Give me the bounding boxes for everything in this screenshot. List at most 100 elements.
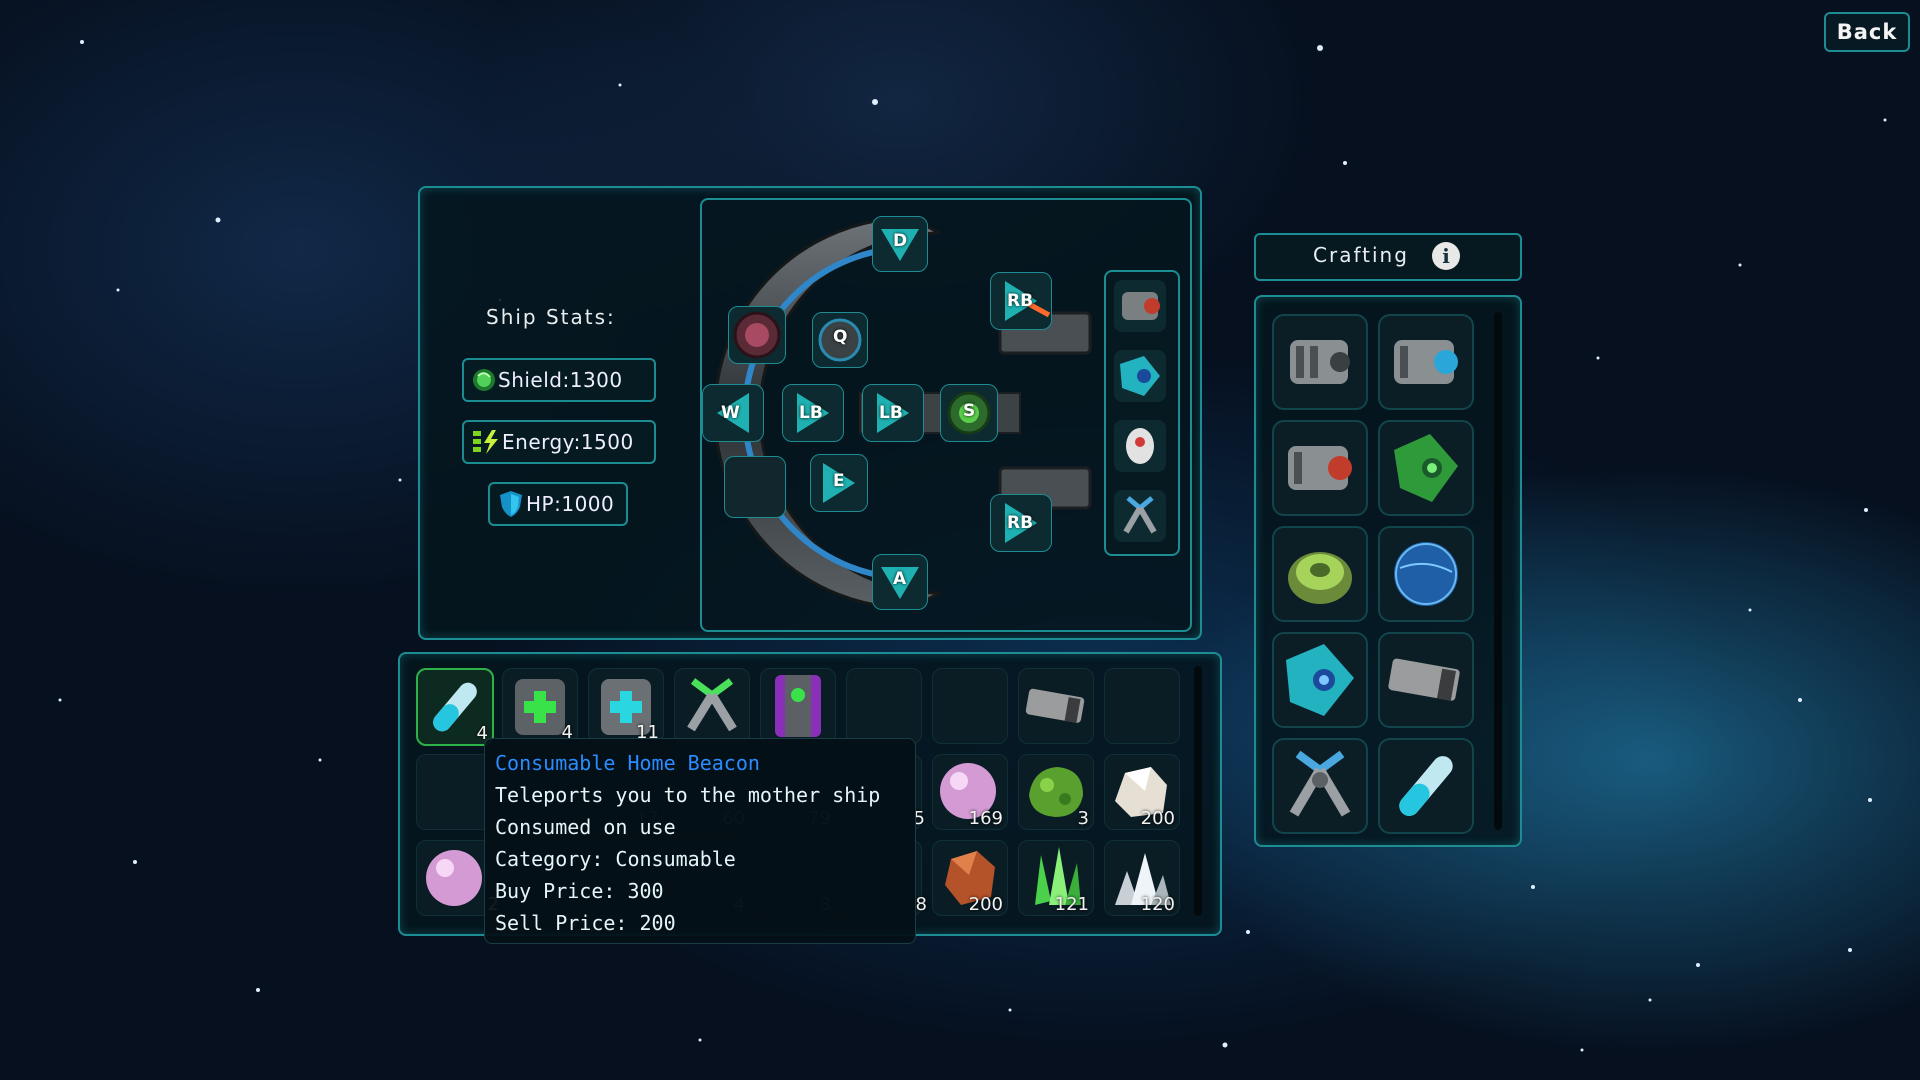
cyan-wing-icon (1286, 644, 1354, 716)
item-quantity: 121 (1054, 894, 1089, 915)
ship-slot-q[interactable]: Q (812, 312, 868, 368)
ship-slot-lb-2-label: LB (879, 403, 903, 423)
craft-slot-3[interactable] (1272, 420, 1368, 516)
module-slot-1[interactable] (1114, 280, 1166, 332)
engine-gray-icon (1290, 340, 1350, 384)
inventory-slot-r2-8[interactable]: 3 (1018, 754, 1094, 830)
purple-canister-icon (775, 675, 821, 737)
ship-slot-e-label: E (833, 471, 845, 491)
cyan-wing-icon (1120, 356, 1160, 396)
inventory-slot-r1-5[interactable] (760, 668, 836, 744)
hp-stat: HP:1000 (488, 482, 628, 526)
inventory-slot-r3-9[interactable]: 120 (1104, 840, 1180, 916)
green-wing-icon (1394, 434, 1458, 502)
crafting-scrollbar[interactable] (1494, 312, 1502, 830)
module-slot-3[interactable] (1114, 420, 1166, 472)
energy-value: Energy:1500 (502, 430, 634, 454)
ship-stats-title: Ship Stats: (486, 305, 616, 329)
inventory-slot-r1-4[interactable] (674, 668, 750, 744)
ship-slot-rb-bottom[interactable]: RB (990, 494, 1052, 552)
beacon-vial-icon (1399, 756, 1453, 816)
craft-slot-2[interactable] (1378, 314, 1474, 410)
energy-battery-icon (473, 430, 498, 454)
inventory-scrollbar[interactable] (1194, 666, 1202, 916)
engine-gray-red-icon (1122, 292, 1160, 320)
tooltip-consumed: Consumed on use (495, 815, 676, 839)
inventory-slot-r3-1[interactable]: 2 (416, 840, 499, 916)
tooltip-description: Teleports you to the mother ship (495, 783, 881, 807)
ship-slot-rb-top-label: RB (1007, 291, 1034, 311)
ship-slot-d[interactable]: D (872, 216, 928, 272)
crafting-title: Crafting (1313, 243, 1409, 267)
inventory-slot-r1-8[interactable] (1018, 668, 1094, 744)
ship-slot-d-label: D (893, 231, 908, 251)
craft-slot-10[interactable] (1378, 738, 1474, 834)
ship-slot-s-label: S (963, 401, 976, 421)
craft-slot-1[interactable] (1272, 314, 1368, 410)
inventory-slot-r1-7[interactable] (932, 668, 1008, 744)
craft-slot-9[interactable] (1272, 738, 1368, 834)
mech-legs-icon (1123, 496, 1157, 534)
craft-slot-8[interactable] (1378, 632, 1474, 728)
inventory-slot-r2-1[interactable] (416, 754, 492, 830)
tooltip-sell-price: Sell Price: 200 (495, 911, 676, 935)
item-quantity: 3 (1077, 808, 1089, 829)
ship-slot-engine-red[interactable] (728, 306, 786, 364)
inventory-slot-r2-9[interactable]: 200 (1104, 754, 1180, 830)
item-quantity: 169 (968, 808, 1003, 829)
inventory-slot-r1-6[interactable] (846, 668, 922, 744)
ship-slot-e[interactable]: E (810, 454, 868, 512)
craft-slot-4[interactable] (1378, 420, 1474, 516)
ship-slot-rb-top[interactable]: RB (990, 272, 1052, 330)
inventory-slot-r1-2[interactable]: 4 (502, 668, 578, 744)
ship-slot-rb-bottom-label: RB (1007, 513, 1034, 533)
drone-white-icon (1126, 428, 1154, 464)
back-button[interactable]: Back (1824, 12, 1910, 52)
green-disc-icon (1288, 552, 1352, 604)
hp-value: HP:1000 (526, 492, 615, 516)
item-quantity: 120 (1140, 894, 1175, 915)
inventory-slot-r1-1[interactable]: 4 (416, 668, 494, 746)
inventory-slot-r1-3[interactable]: 11 (588, 668, 664, 744)
mech-legs-icon (687, 678, 737, 732)
craft-slot-5[interactable] (1272, 526, 1368, 622)
craft-slot-7[interactable] (1272, 632, 1368, 728)
shield-value: Shield:1300 (498, 368, 623, 392)
info-icon[interactable]: i (1432, 242, 1460, 270)
inventory-slot-r1-9[interactable] (1104, 668, 1180, 744)
item-quantity: 200 (1140, 808, 1175, 829)
ship-slot-q-label: Q (833, 327, 848, 347)
red-orb-icon (733, 311, 781, 359)
module-slot-2[interactable] (1114, 350, 1166, 402)
inventory-slot-r2-7[interactable]: 169 (932, 754, 1008, 830)
energy-stat: Energy:1500 (462, 420, 656, 464)
inventory-slot-r3-7[interactable]: 200 (932, 840, 1008, 916)
cannon-barrel-icon (1025, 688, 1085, 723)
pink-orb-icon (426, 850, 482, 906)
inventory-slot-r3-8[interactable]: 121 (1018, 840, 1094, 916)
craft-slot-6[interactable] (1378, 526, 1474, 622)
item-quantity: 8 (915, 894, 927, 915)
ship-slot-a[interactable]: A (872, 554, 928, 610)
module-slot-4[interactable] (1114, 490, 1166, 542)
mech-legs-icon (1289, 750, 1351, 817)
item-quantity: 200 (968, 894, 1003, 915)
engine-gray-blue-icon (1394, 340, 1458, 384)
ship-slot-lb-1-label: LB (799, 403, 823, 423)
ship-slot-w-label: W (721, 403, 740, 423)
tooltip-buy-price: Buy Price: 300 (495, 879, 664, 903)
shield-stat: Shield:1300 (462, 358, 656, 402)
ship-slot-lb-1[interactable]: LB (782, 384, 844, 442)
ship-slot-lb-2[interactable]: LB (862, 384, 924, 442)
tooltip-title: Consumable Home Beacon (495, 751, 760, 775)
cannon-barrel-icon (1388, 658, 1460, 701)
hp-shield-icon (500, 491, 522, 517)
blue-orb-icon (1394, 542, 1458, 606)
tooltip-category: Category: Consumable (495, 847, 736, 871)
ship-slot-s[interactable]: S (940, 384, 998, 442)
engine-gray-red-icon (1288, 446, 1352, 490)
ship-slot-w[interactable]: W (702, 384, 764, 442)
ship-slot-a-label: A (893, 569, 907, 589)
ship-slot-empty[interactable] (724, 456, 786, 518)
item-tooltip: Consumable Home Beacon Teleports you to … (484, 738, 916, 944)
